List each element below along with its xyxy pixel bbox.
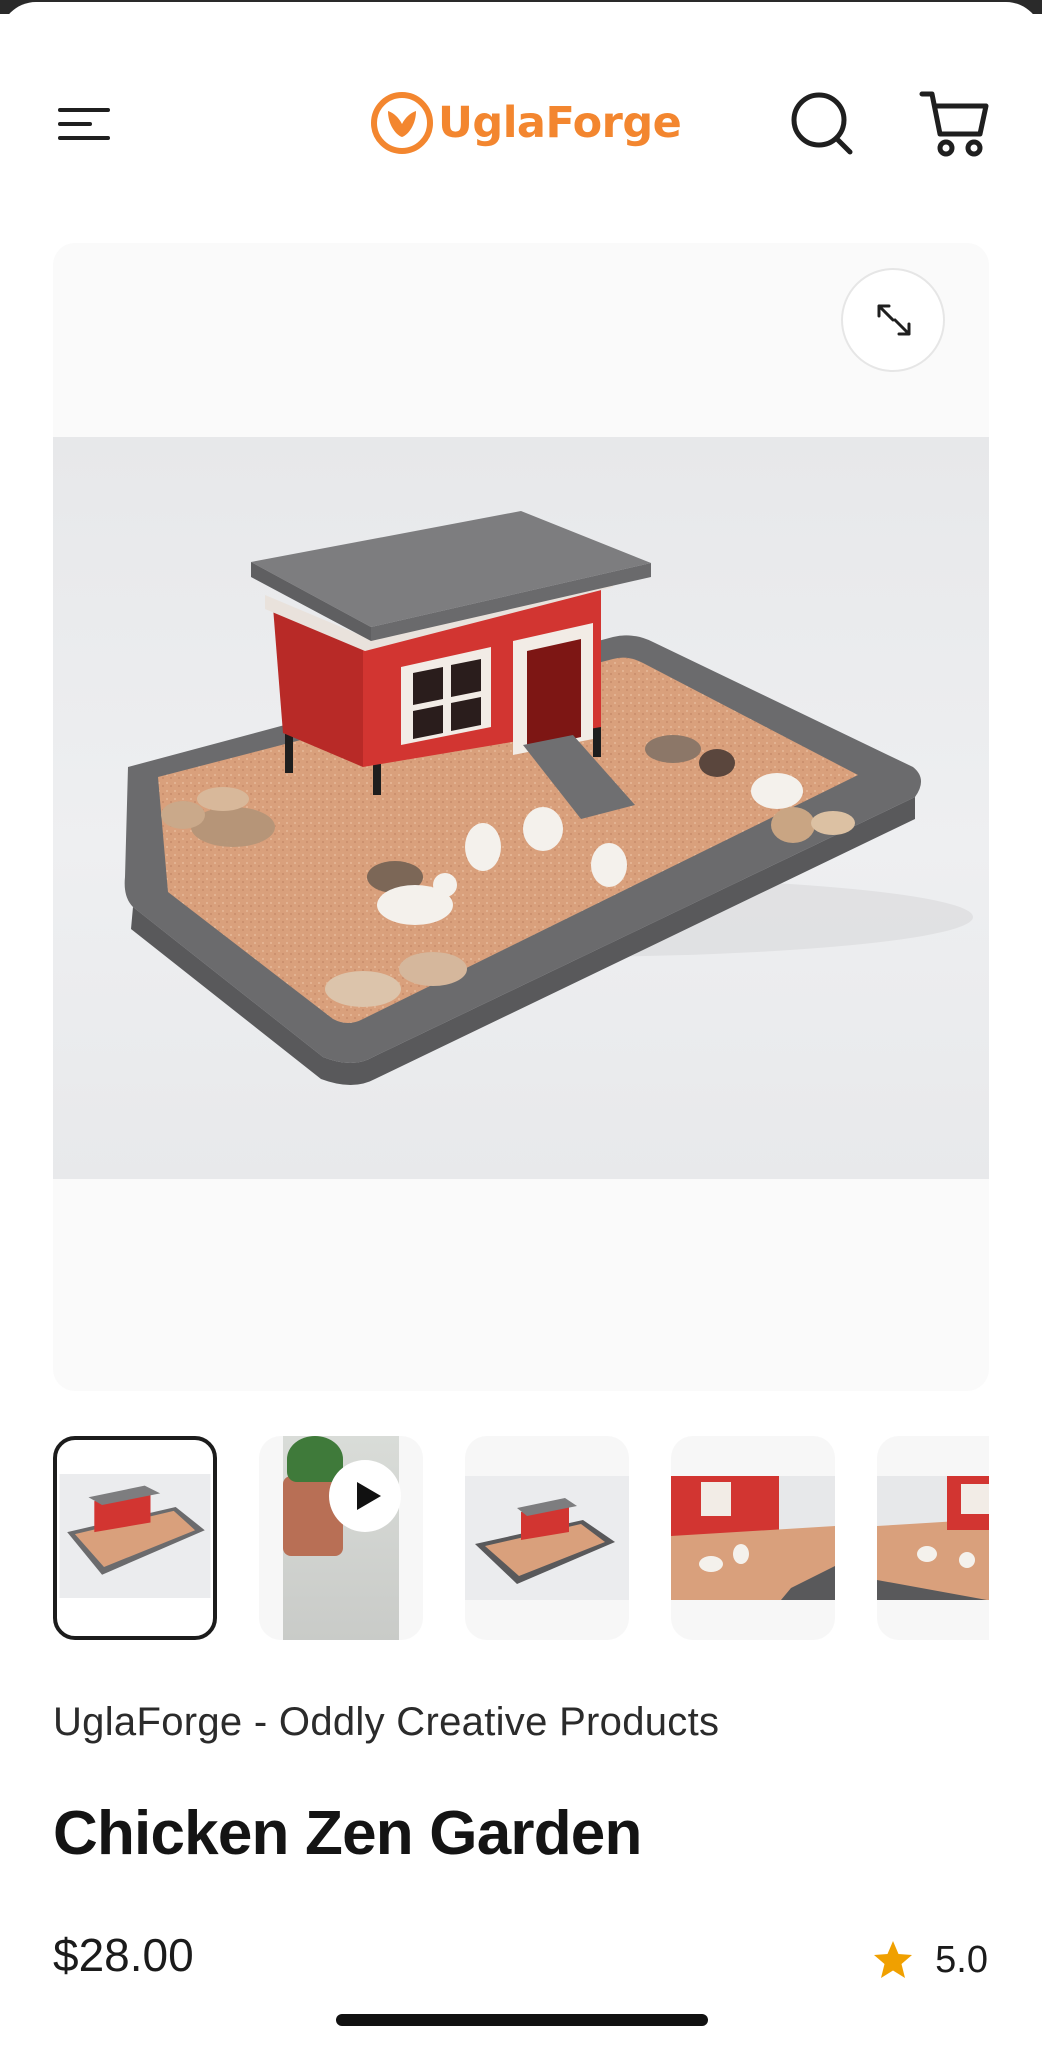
site-header: UglaForge (0, 60, 1042, 190)
thumbnail-video[interactable] (259, 1436, 423, 1640)
menu-button[interactable] (50, 100, 116, 150)
search-button[interactable] (788, 88, 858, 158)
thumbnail-image (877, 1476, 989, 1600)
play-icon (357, 1482, 381, 1510)
logo-text: UglaForge (438, 98, 682, 148)
thumbnail-strip[interactable] (53, 1436, 989, 1640)
star-icon (874, 1941, 913, 1978)
thumbnail-image (465, 1476, 629, 1600)
expand-button[interactable] (841, 268, 945, 372)
thumbnail-image (671, 1476, 835, 1600)
product-vendor[interactable]: UglaForge - Oddly Creative Products (53, 1700, 719, 1745)
expand-icon (877, 304, 911, 336)
cart-icon (919, 91, 989, 157)
thumbnail-5[interactable] (877, 1436, 989, 1640)
logo-icon (371, 92, 433, 154)
home-indicator (336, 2014, 708, 2026)
product-gallery[interactable] (53, 243, 989, 1391)
rating-value: 5.0 (935, 1938, 988, 1981)
product-photo-illustration (124, 511, 973, 1085)
menu-icon-line (58, 136, 110, 140)
thumbnail-1[interactable] (53, 1436, 217, 1640)
play-button[interactable] (329, 1460, 401, 1532)
menu-icon-line (58, 108, 110, 112)
search-icon (791, 92, 853, 155)
product-rating[interactable]: 5.0 (871, 1938, 988, 1982)
site-logo[interactable]: UglaForge (370, 88, 682, 158)
thumbnail-4[interactable] (671, 1436, 835, 1640)
menu-icon-line (58, 122, 92, 126)
thumbnail-3[interactable] (465, 1436, 629, 1640)
product-main-image[interactable] (53, 437, 989, 1179)
product-price: $28.00 (53, 1929, 194, 1981)
thumbnail-image (59, 1474, 211, 1598)
cart-button[interactable] (918, 86, 992, 160)
device-top-edge (0, 0, 1042, 42)
product-title: Chicken Zen Garden (53, 1799, 642, 1868)
